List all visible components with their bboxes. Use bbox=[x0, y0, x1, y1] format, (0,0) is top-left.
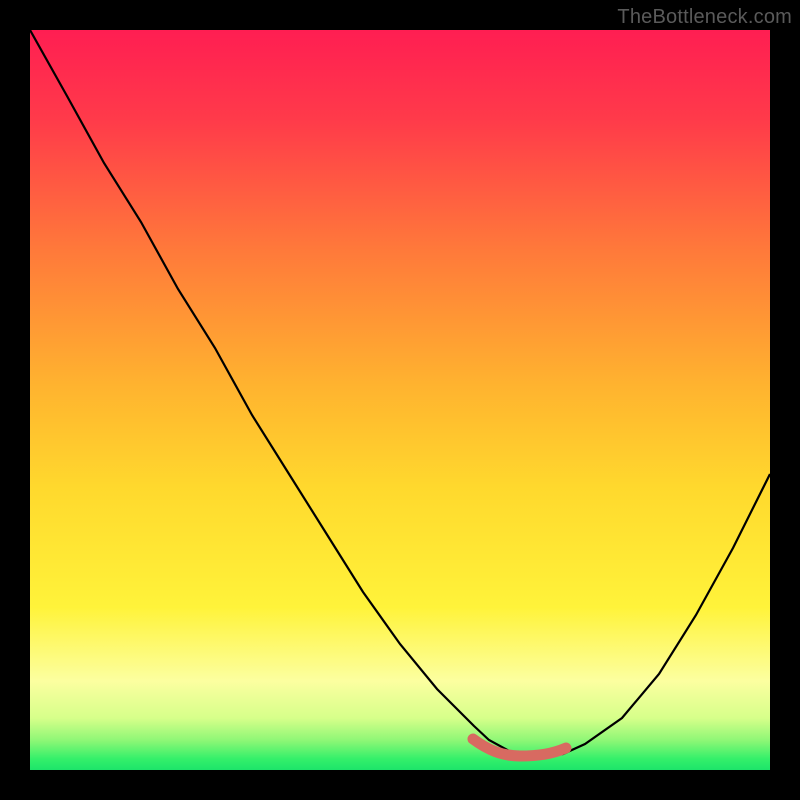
plot-area bbox=[30, 30, 770, 770]
gradient-background bbox=[30, 30, 770, 770]
chart-svg bbox=[30, 30, 770, 770]
chart-frame: TheBottleneck.com bbox=[0, 0, 800, 800]
watermark-text: TheBottleneck.com bbox=[617, 6, 792, 29]
